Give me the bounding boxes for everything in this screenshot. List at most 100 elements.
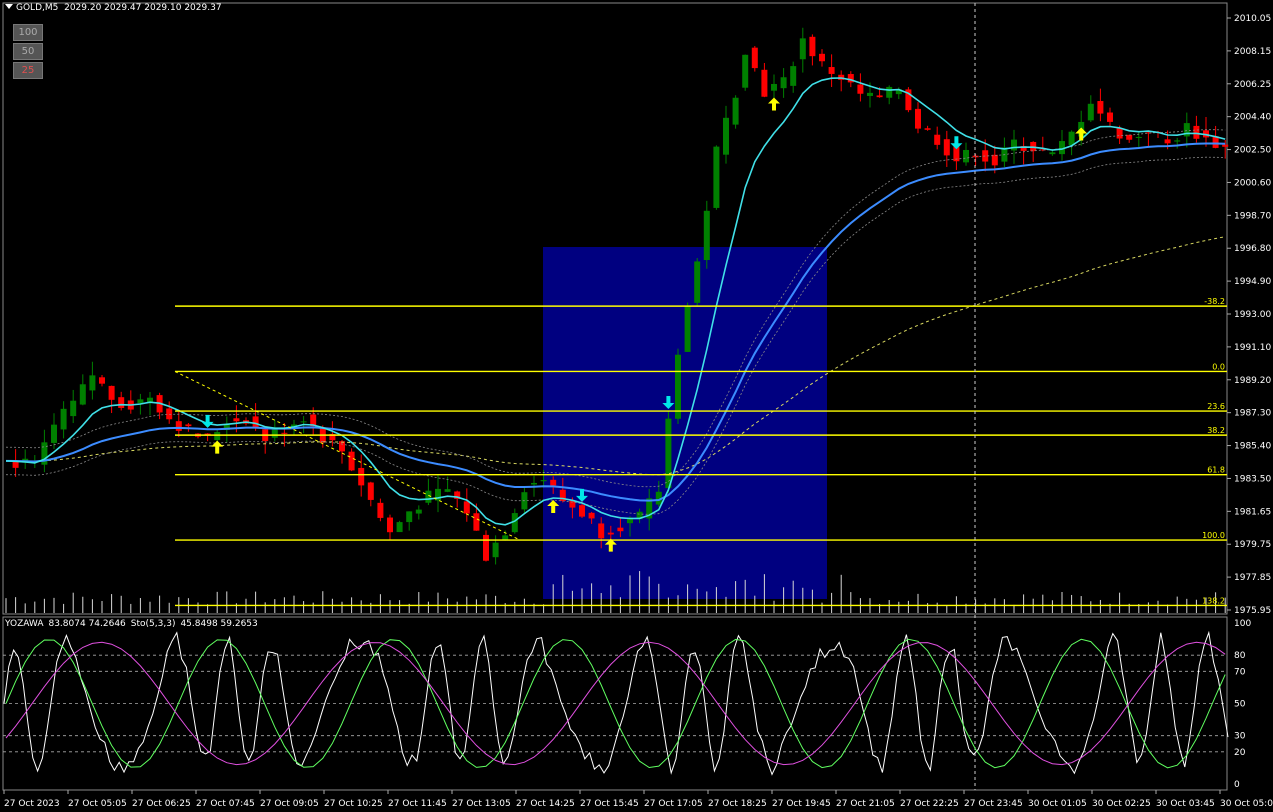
- candle: [991, 154, 998, 166]
- candle: [771, 83, 777, 91]
- candle: [463, 501, 470, 514]
- candle: [79, 384, 86, 405]
- oscillator-axis-label: 0: [1234, 780, 1240, 790]
- oscillator-axis-label: 70: [1234, 667, 1246, 677]
- candle: [358, 467, 365, 486]
- candle: [550, 479, 557, 486]
- candle: [1087, 103, 1094, 121]
- chart-menu-icon[interactable]: [5, 4, 13, 9]
- candle: [348, 451, 355, 471]
- candle: [137, 399, 144, 404]
- fib-level-label: 38.2: [1207, 426, 1225, 435]
- price-axis-label: 2004.40: [1234, 113, 1271, 123]
- price-axis-label: 2002.50: [1234, 146, 1271, 156]
- time-axis-label: 30 Oct 02:25: [1092, 799, 1151, 809]
- zoom-25-button[interactable]: 25: [13, 62, 43, 79]
- price-axis-label: 1994.90: [1234, 277, 1271, 287]
- highlight-box: [543, 247, 827, 599]
- price-axis-label: 1996.80: [1234, 244, 1271, 254]
- price-axis-label: 2010.05: [1234, 14, 1271, 24]
- fib-level-label: 61.8: [1207, 466, 1225, 475]
- oscillator-axis-label: 100: [1234, 619, 1251, 629]
- fib-level-label: 0.0: [1212, 362, 1225, 371]
- candle: [1049, 152, 1056, 155]
- buy-arrow-icon: [768, 97, 780, 111]
- oscillator-header: YOZAWA 83.8074 74.2646 Sto(5,3,3) 45.8498 5…: [5, 619, 263, 629]
- oscillator-axis-label: 80: [1234, 651, 1246, 661]
- stochastic-label: Sto(5,3,3): [130, 619, 176, 629]
- candle: [406, 511, 413, 523]
- price-axis-label: 1993.00: [1234, 310, 1271, 320]
- candle: [339, 441, 345, 452]
- candle: [367, 482, 374, 500]
- candle: [675, 354, 681, 419]
- price-axis-label: 1981.65: [1234, 507, 1271, 517]
- candle: [99, 377, 105, 384]
- candle: [51, 424, 57, 443]
- oscillator-name: YOZAWA: [5, 619, 44, 629]
- candle: [751, 47, 758, 69]
- oscillator-axis-label: 30: [1234, 732, 1246, 742]
- candle: [809, 36, 816, 57]
- zoom-100-button[interactable]: 100: [13, 24, 43, 41]
- candle: [60, 408, 67, 430]
- candle: [780, 77, 787, 89]
- time-axis-label: 27 Oct 23:45: [964, 799, 1023, 809]
- price-axis-label: 1977.85: [1234, 573, 1271, 583]
- time-axis-label: 30 Oct 01:05: [1028, 799, 1087, 809]
- candle: [118, 397, 125, 408]
- candle: [1212, 136, 1219, 148]
- chart-ohlc: 2029.20 2029.47 2029.10 2029.37: [64, 3, 222, 13]
- price-axis-label: 1998.70: [1234, 211, 1271, 221]
- price-axis-label: 1975.95: [1234, 606, 1271, 616]
- price-axis-label: 1987.30: [1234, 409, 1271, 419]
- candle: [761, 69, 768, 97]
- time-axis-label: 27 Oct 09:05: [260, 799, 319, 809]
- candle: [934, 134, 941, 145]
- time-axis-label: 30 Oct 03:45: [1156, 799, 1215, 809]
- price-axis-label: 1991.10: [1234, 343, 1271, 353]
- candle: [828, 67, 835, 74]
- candle: [300, 421, 307, 423]
- time-axis-label: 27 Oct 21:05: [836, 799, 895, 809]
- candle: [703, 210, 710, 261]
- price-axis-label: 1989.20: [1234, 376, 1271, 386]
- candle: [1097, 101, 1104, 114]
- time-axis-label: 27 Oct 2023: [4, 799, 60, 809]
- buy-arrow-icon: [1075, 127, 1088, 141]
- time-axis-label: 27 Oct 19:45: [772, 799, 831, 809]
- fib-trend-line: [174, 371, 521, 541]
- time-axis-label: 27 Oct 11:45: [388, 799, 447, 809]
- time-axis-label: 27 Oct 13:05: [452, 799, 511, 809]
- candle: [598, 523, 605, 539]
- candle: [876, 95, 883, 98]
- candle: [444, 489, 451, 492]
- candle: [204, 433, 211, 435]
- candle: [963, 149, 969, 163]
- candle: [819, 53, 825, 62]
- time-axis-label: 27 Oct 05:05: [68, 799, 127, 809]
- candle: [1011, 139, 1017, 151]
- candle: [790, 66, 797, 86]
- candle: [233, 418, 240, 422]
- chart-header: GOLD,M5 2029.20 2029.47 2029.10 2029.37: [5, 3, 222, 13]
- time-axis-label: 27 Oct 07:45: [196, 799, 255, 809]
- candle: [70, 400, 77, 417]
- fib-level-label: 23.6: [1207, 402, 1225, 411]
- candle: [281, 432, 288, 434]
- candle: [742, 54, 749, 88]
- candle: [732, 97, 739, 125]
- candle: [857, 84, 864, 94]
- zoom-50-button[interactable]: 50: [13, 43, 43, 60]
- candle: [396, 522, 403, 533]
- time-axis-label: 27 Oct 22:25: [900, 799, 959, 809]
- candle: [1116, 128, 1123, 139]
- candle: [271, 429, 278, 438]
- price-chart[interactable]: -38.20.023.638.261.8100.0138.22010.05200…: [0, 0, 1273, 812]
- candle: [1193, 125, 1200, 139]
- candle: [607, 532, 614, 535]
- price-axis-label: 2006.25: [1234, 80, 1271, 90]
- candle: [799, 38, 806, 60]
- time-axis-label: 27 Oct 06:25: [132, 799, 191, 809]
- candle: [1164, 139, 1171, 144]
